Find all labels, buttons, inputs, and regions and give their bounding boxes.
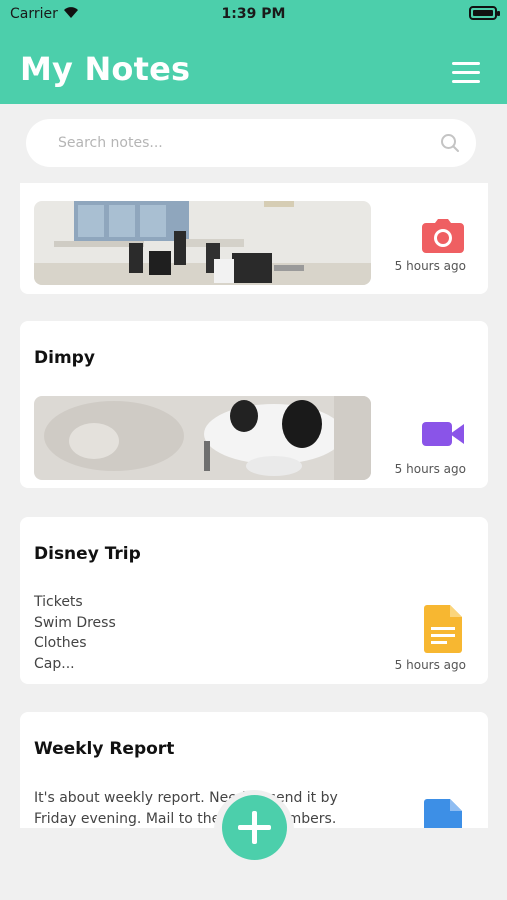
note-title: Disney Trip (34, 544, 141, 564)
page-title: My Notes (20, 50, 191, 88)
note-line: It's about weekly report. Need to send i… (34, 790, 338, 806)
status-time: 1:39 PM (221, 6, 286, 22)
note-timestamp: 5 hours ago (394, 658, 466, 672)
note-title: Dimpy (34, 348, 95, 368)
note-title: Weekly Report (34, 739, 175, 759)
document-icon (424, 605, 462, 653)
camera-icon (422, 219, 464, 253)
note-card[interactable]: Disney Trip Tickets Swim Dress Clothes C… (20, 517, 488, 684)
video-icon (422, 422, 464, 446)
note-timestamp: 5 hours ago (394, 259, 466, 273)
note-photo (34, 201, 371, 285)
search-input[interactable] (58, 131, 418, 155)
document-icon (424, 799, 462, 828)
note-line: Swim Dress (34, 614, 116, 631)
note-body: Tickets Swim Dress Clothes Cap... (34, 592, 116, 674)
search-bar (26, 119, 476, 167)
search-icon[interactable] (440, 133, 460, 153)
note-card[interactable]: 5 hours ago (20, 183, 488, 294)
note-timestamp: 5 hours ago (394, 462, 466, 476)
hamburger-menu-icon[interactable] (452, 62, 480, 84)
note-line: Clothes (34, 635, 87, 651)
add-note-button[interactable] (222, 795, 287, 860)
note-line: Cap... (34, 655, 75, 672)
note-card[interactable]: Dimpy 5 hours ago (20, 321, 488, 488)
status-bar: Carrier 1:39 PM (0, 0, 507, 28)
note-line: Tickets (34, 594, 83, 610)
app-header: Carrier 1:39 PM My Notes (0, 0, 507, 104)
notes-list: 5 hours ago Dimpy 5 hours ago Disney Tri… (0, 183, 507, 828)
note-video-thumbnail (34, 396, 371, 480)
battery-icon (469, 6, 500, 20)
